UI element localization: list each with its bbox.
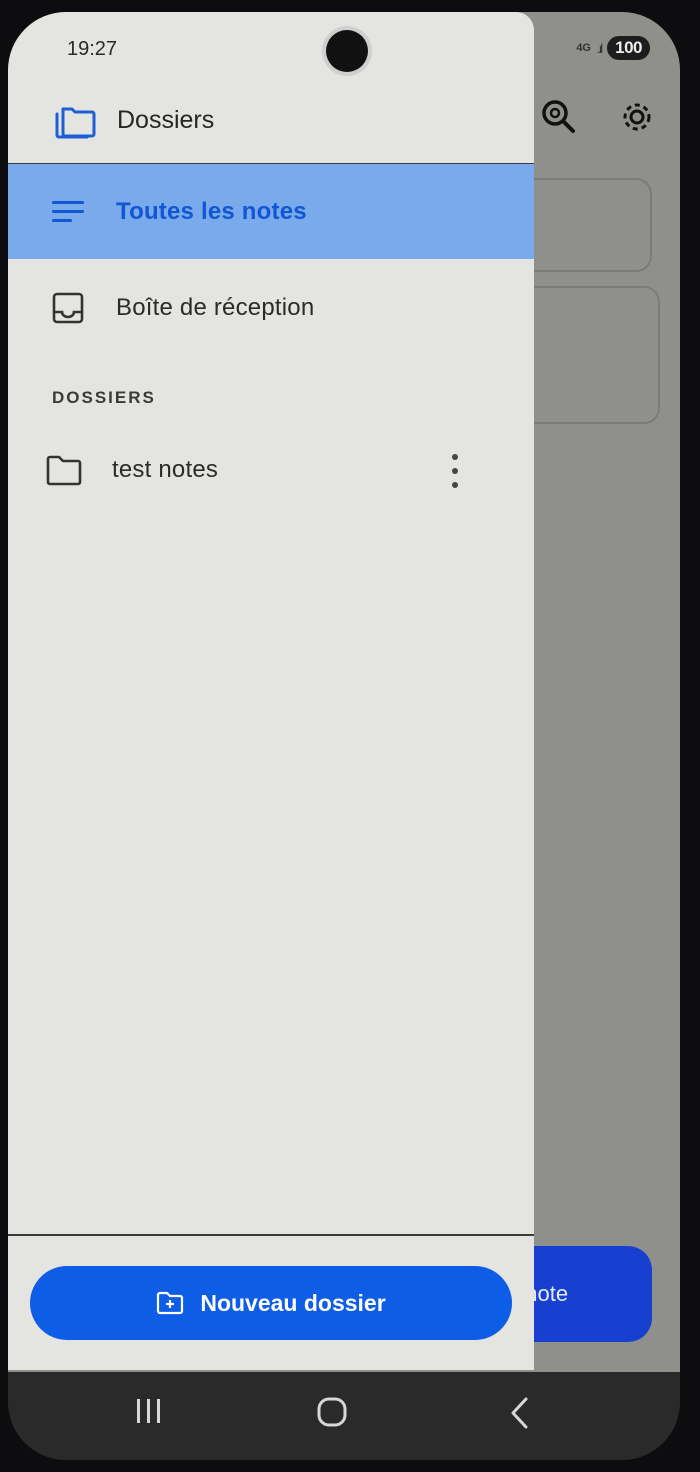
nav-item-all-notes[interactable]: Toutes les notes [8, 164, 534, 259]
home-icon[interactable] [316, 1396, 348, 1428]
recent-apps-icon[interactable] [134, 1396, 164, 1426]
search-notes-icon[interactable] [540, 98, 578, 136]
battery-indicator: 100 [607, 36, 650, 60]
back-icon[interactable] [508, 1396, 532, 1430]
notes-list-icon [50, 194, 86, 230]
settings-gear-icon[interactable] [618, 98, 656, 136]
network-indicator: 4G [576, 42, 591, 54]
folders-icon [55, 107, 96, 138]
new-folder-button[interactable]: Nouveau dossier [30, 1266, 512, 1340]
system-nav-bar [8, 1372, 680, 1460]
navigation-drawer: 19:27 Dossiers Toutes les notes Boîte de… [8, 12, 534, 1370]
status-icons: 4G .ıl 100 [576, 36, 650, 60]
folder-item-test-notes[interactable]: test notes [8, 424, 534, 516]
drawer-header: Dossiers [8, 78, 534, 165]
section-label-folders: DOSSIERS [52, 388, 156, 407]
nav-item-label: Toutes les notes [116, 197, 307, 225]
signal-icon: .ıl [597, 40, 603, 56]
add-folder-icon [157, 1291, 184, 1315]
nav-item-inbox[interactable]: Boîte de réception [8, 260, 534, 355]
inbox-icon [50, 290, 86, 326]
more-options-icon[interactable] [440, 454, 470, 488]
drawer-title: Dossiers [117, 106, 215, 134]
folder-label: test notes [112, 456, 219, 483]
drawer-footer: Nouveau dossier [8, 1234, 534, 1370]
nav-item-label: Boîte de réception [116, 293, 315, 321]
phone-screen: 4G .ıl 100 le note 19:27 Dossiers Toutes… [8, 12, 680, 1460]
folder-icon [46, 455, 82, 486]
front-camera [326, 30, 368, 72]
new-folder-label: Nouveau dossier [200, 1289, 386, 1316]
status-time: 19:27 [67, 38, 118, 60]
